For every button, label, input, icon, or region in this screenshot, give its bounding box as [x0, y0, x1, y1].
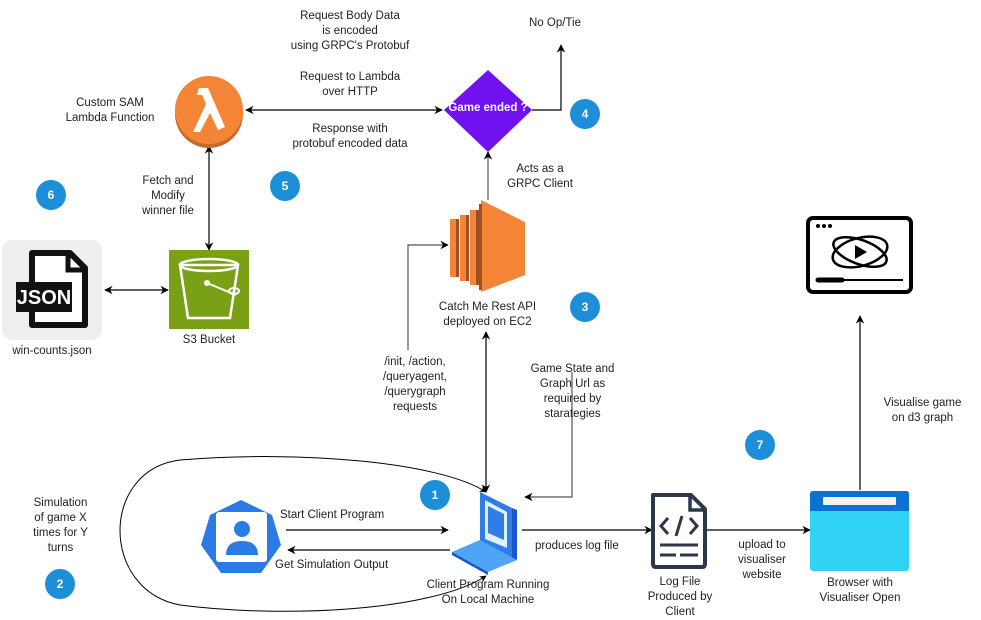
json-file-icon[interactable]: JSON [2, 240, 102, 340]
edge-label-simulation: Simulation of game X times for Y turns [33, 497, 88, 554]
ec2-label: Catch Me Rest API deployed on EC2 [438, 301, 537, 328]
s3-bucket-icon[interactable] [169, 250, 249, 329]
step-badge-1: 1 [420, 480, 450, 510]
edge-label-no-op: No Op/Tie [529, 17, 581, 29]
browser-icon[interactable] [810, 491, 909, 571]
lambda-label: Custom SAM Lambda Function [65, 97, 155, 124]
user-icon[interactable] [201, 500, 281, 573]
edge-label-fetch-modify: Fetch and Modify winner file [142, 175, 194, 217]
edge-label-upload: upload to visualiser website [738, 539, 786, 581]
edge-label-get-output: Get Simulation Output [275, 559, 389, 571]
edge-label-request-lambda: Request to Lambda over HTTP [299, 71, 401, 98]
json-badge-text: JSON [17, 287, 71, 309]
browser-label: Browser with Visualiser Open [819, 577, 901, 604]
decision-label: Game ended ? [448, 102, 528, 114]
edge-label-produces-log: produces log file [535, 540, 619, 552]
edge-label-start-client: Start Client Program [280, 509, 385, 521]
edge-label-response: Response with protobuf encoded data [292, 123, 408, 150]
s3-label: S3 Bucket [182, 334, 236, 346]
laptop-label: Client Program Running On Local Machine [426, 579, 550, 606]
edge-decision-noop [532, 44, 566, 111]
json-file-label: win-counts.json [12, 345, 92, 357]
video-player-icon[interactable] [806, 216, 913, 294]
log-file-label: Log File Produced by Client [647, 576, 713, 618]
laptop-icon[interactable] [452, 492, 517, 575]
step-badge-3: 3 [570, 292, 600, 322]
step-badge-2: 2 [45, 569, 75, 599]
edge-label-endpoints: /init, /action, /queryagent, /querygraph… [383, 356, 447, 413]
edge-label-grpc-client: Acts as a GRPC Client [507, 163, 573, 190]
step-badge-5: 5 [270, 171, 300, 201]
edge-label-visualise: Visualise game on d3 graph [883, 397, 962, 424]
edge-label-request-body: Request Body Data is encoded using GRPC'… [290, 10, 410, 52]
ec2-icon[interactable] [450, 200, 525, 292]
edge-laptop-ec2-requests [407, 240, 449, 350]
step-badge-7: 7 [745, 430, 775, 460]
step-badge-6: 6 [36, 180, 66, 210]
edge-label-game-state: Game State and Graph Url as required by … [530, 363, 615, 420]
lambda-icon[interactable] [175, 76, 243, 148]
code-file-icon[interactable] [651, 493, 707, 569]
step-badge-4: 4 [570, 99, 600, 129]
